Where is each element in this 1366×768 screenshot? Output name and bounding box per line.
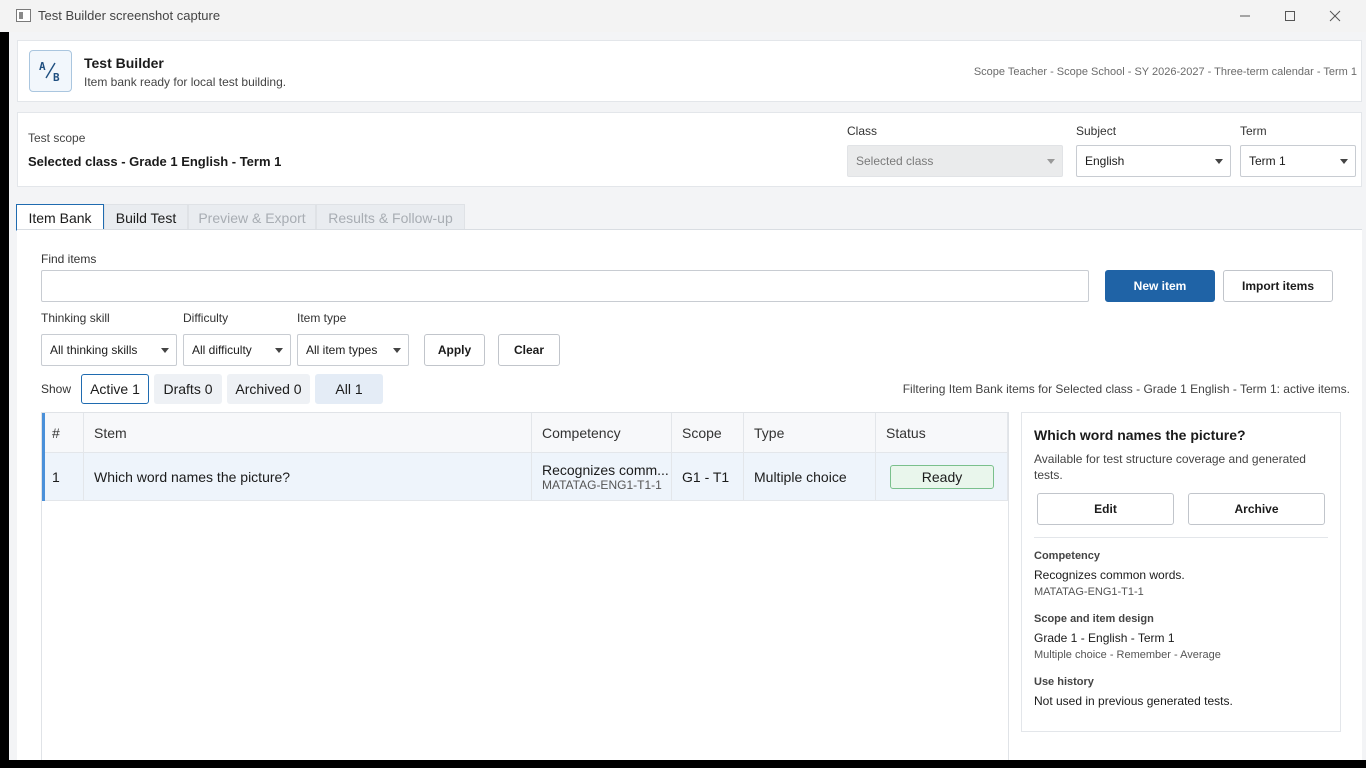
app-frame: A B Test Builder Item bank ready for loc… bbox=[9, 32, 1366, 760]
thinking-skill-label: Thinking skill bbox=[41, 311, 110, 325]
apply-button[interactable]: Apply bbox=[424, 334, 485, 366]
show-drafts-chip[interactable]: Drafts 0 bbox=[154, 374, 222, 404]
use-history-value: Not used in previous generated tests. bbox=[1034, 694, 1233, 708]
detail-divider bbox=[1034, 537, 1328, 538]
edit-button[interactable]: Edit bbox=[1037, 493, 1174, 525]
app-status-text: Item bank ready for local test building. bbox=[84, 75, 287, 89]
tab-build-test[interactable]: Build Test bbox=[104, 204, 188, 230]
test-scope-value: Selected class - Grade 1 English - Term … bbox=[28, 154, 282, 169]
row-scope: G1 - T1 bbox=[672, 453, 744, 501]
term-label: Term bbox=[1240, 124, 1267, 138]
show-label: Show bbox=[41, 382, 72, 396]
column-header-number[interactable]: # bbox=[42, 413, 84, 453]
item-type-value: All item types bbox=[306, 343, 378, 357]
row-number: 1 bbox=[42, 453, 84, 501]
subject-select-value: English bbox=[1085, 154, 1125, 168]
column-header-scope[interactable]: Scope bbox=[672, 413, 744, 453]
competency-code: MATATAG-ENG1-T1-1 bbox=[1034, 586, 1144, 598]
app-name: Test Builder bbox=[84, 55, 164, 71]
test-scope-card: Test scope Selected class - Grade 1 Engl… bbox=[17, 112, 1362, 187]
items-table: # Stem Competency Scope Type Status 1 Wh… bbox=[41, 412, 1009, 760]
row-competency: Recognizes comm... MATATAG-ENG1-T1-1 bbox=[532, 453, 672, 501]
term-select[interactable]: Term 1 bbox=[1240, 145, 1356, 177]
row-stem: Which word names the picture? bbox=[84, 453, 532, 501]
detail-description: Available for test structure coverage an… bbox=[1034, 452, 1306, 482]
user-context: Scope Teacher - Scope School - SY 2026-2… bbox=[973, 66, 1357, 78]
maximize-icon[interactable] bbox=[1267, 0, 1313, 32]
thinking-skill-value: All thinking skills bbox=[50, 343, 138, 357]
ab-logo-icon: A B bbox=[29, 50, 72, 92]
use-history-heading: Use history bbox=[1034, 676, 1094, 688]
row-competency-code: MATATAG-ENG1-T1-1 bbox=[542, 478, 662, 492]
window-title: Test Builder screenshot capture bbox=[38, 8, 221, 23]
tab-item-bank[interactable]: Item Bank bbox=[16, 204, 104, 231]
minimize-icon[interactable] bbox=[1222, 0, 1268, 32]
difficulty-label: Difficulty bbox=[183, 311, 229, 325]
table-row[interactable]: 1 Which word names the picture? Recogniz… bbox=[42, 453, 1008, 501]
app-window-icon bbox=[16, 9, 31, 22]
item-detail-panel: Which word names the picture? Available … bbox=[1021, 412, 1341, 732]
term-select-value: Term 1 bbox=[1249, 154, 1286, 168]
clear-button[interactable]: Clear bbox=[498, 334, 560, 366]
filter-status-note: Filtering Item Bank items for Selected c… bbox=[902, 382, 1350, 396]
subject-select[interactable]: English bbox=[1076, 145, 1231, 177]
row-type: Multiple choice bbox=[744, 453, 876, 501]
column-header-type[interactable]: Type bbox=[744, 413, 876, 453]
scope-design-value: Grade 1 - English - Term 1 bbox=[1034, 631, 1175, 645]
chevron-down-icon bbox=[1047, 159, 1055, 164]
item-bank-panel: Find items New item Import items Thinkin… bbox=[17, 229, 1362, 760]
chevron-down-icon bbox=[275, 348, 283, 353]
item-type-label: Item type bbox=[297, 311, 347, 325]
tab-preview-export[interactable]: Preview & Export bbox=[188, 204, 316, 230]
show-all-chip[interactable]: All 1 bbox=[315, 374, 383, 404]
show-archived-chip[interactable]: Archived 0 bbox=[227, 374, 310, 404]
class-select-value: Selected class bbox=[856, 154, 934, 168]
column-header-stem[interactable]: Stem bbox=[84, 413, 532, 453]
archive-button[interactable]: Archive bbox=[1188, 493, 1325, 525]
status-badge: Ready bbox=[890, 465, 994, 489]
table-header: # Stem Competency Scope Type Status bbox=[42, 413, 1008, 453]
scope-design-detail: Multiple choice - Remember - Average bbox=[1034, 649, 1221, 661]
detail-title: Which word names the picture? bbox=[1034, 427, 1246, 443]
thinking-skill-select[interactable]: All thinking skills bbox=[41, 334, 177, 366]
app-header: A B Test Builder Item bank ready for loc… bbox=[17, 40, 1362, 102]
competency-value: Recognizes common words. bbox=[1034, 568, 1185, 582]
test-scope-label: Test scope bbox=[28, 131, 86, 145]
competency-heading: Competency bbox=[1034, 550, 1101, 562]
window-bottom-edge bbox=[0, 760, 1366, 768]
tab-results-follow-up[interactable]: Results & Follow-up bbox=[316, 204, 465, 230]
chevron-down-icon bbox=[393, 348, 401, 353]
window-titlebar: Test Builder screenshot capture bbox=[0, 0, 1366, 32]
row-competency-text: Recognizes comm... bbox=[542, 462, 669, 478]
class-label: Class bbox=[847, 124, 878, 138]
row-status: Ready bbox=[876, 453, 1008, 501]
chevron-down-icon bbox=[161, 348, 169, 353]
difficulty-value: All difficulty bbox=[192, 343, 252, 357]
column-header-competency[interactable]: Competency bbox=[532, 413, 672, 453]
find-items-input[interactable] bbox=[41, 270, 1089, 302]
show-active-chip[interactable]: Active 1 bbox=[81, 374, 149, 404]
difficulty-select[interactable]: All difficulty bbox=[183, 334, 291, 366]
item-type-select[interactable]: All item types bbox=[297, 334, 409, 366]
class-select[interactable]: Selected class bbox=[847, 145, 1063, 177]
close-icon[interactable] bbox=[1312, 0, 1358, 32]
find-items-label: Find items bbox=[41, 252, 97, 266]
column-header-status[interactable]: Status bbox=[876, 413, 1008, 453]
chevron-down-icon bbox=[1340, 159, 1348, 164]
import-items-button[interactable]: Import items bbox=[1223, 270, 1333, 302]
new-item-button[interactable]: New item bbox=[1105, 270, 1215, 302]
svg-text:B: B bbox=[53, 71, 60, 84]
chevron-down-icon bbox=[1215, 159, 1223, 164]
svg-text:A: A bbox=[39, 60, 46, 73]
scope-design-heading: Scope and item design bbox=[1034, 613, 1154, 625]
subject-label: Subject bbox=[1076, 124, 1117, 138]
